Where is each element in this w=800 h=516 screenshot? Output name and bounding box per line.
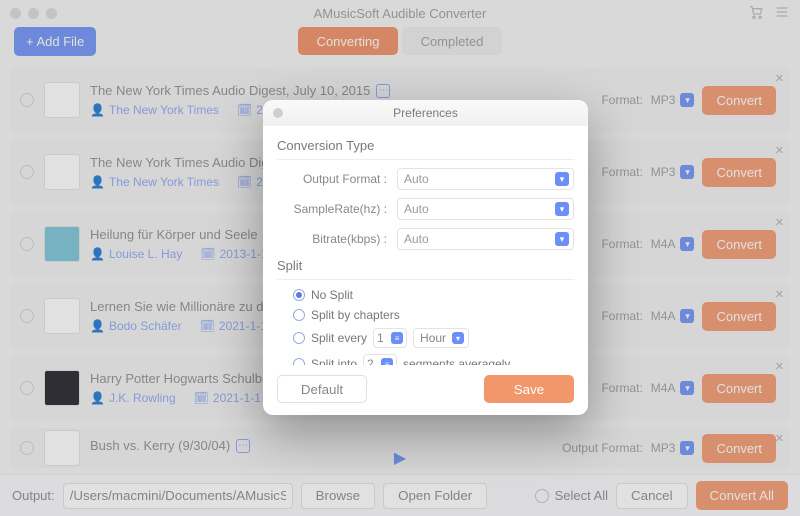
chevron-down-icon: ▾ <box>452 332 464 344</box>
dialog-header: Preferences <box>263 100 588 126</box>
split-every-stepper[interactable]: 1≡ <box>373 328 407 348</box>
bitrate-label: Bitrate(kbps) : <box>277 232 397 246</box>
split-by-chapters[interactable]: Split by chapters <box>293 308 574 322</box>
radio-icon <box>293 309 305 321</box>
radio-icon <box>293 358 305 365</box>
default-button[interactable]: Default <box>277 375 367 403</box>
samplerate-select[interactable]: Auto▾ <box>397 198 574 220</box>
split-every[interactable]: Split every 1≡ Hour▾ <box>293 328 574 348</box>
split-every-unit-select[interactable]: Hour▾ <box>413 328 469 348</box>
preferences-dialog: Preferences Conversion Type Output Forma… <box>263 100 588 415</box>
split-no-split[interactable]: No Split <box>293 288 574 302</box>
split-into-stepper[interactable]: 2≡ <box>363 354 397 365</box>
dialog-title: Preferences <box>263 106 588 120</box>
save-button[interactable]: Save <box>484 375 574 403</box>
output-format-label: Output Format : <box>277 172 397 186</box>
split-into[interactable]: Split into 2≡ segments averagely <box>293 354 574 365</box>
output-format-select[interactable]: Auto▾ <box>397 168 574 190</box>
section-conversion-type: Conversion Type <box>277 138 574 153</box>
bitrate-select[interactable]: Auto▾ <box>397 228 574 250</box>
stepper-icon: ≡ <box>391 332 403 344</box>
radio-icon <box>293 332 305 344</box>
chevron-down-icon: ▾ <box>555 202 569 216</box>
chevron-down-icon: ▾ <box>555 172 569 186</box>
section-split: Split <box>277 258 574 273</box>
radio-icon <box>293 289 305 301</box>
stepper-icon: ≡ <box>381 358 393 365</box>
chevron-down-icon: ▾ <box>555 232 569 246</box>
samplerate-label: SampleRate(hz) : <box>277 202 397 216</box>
